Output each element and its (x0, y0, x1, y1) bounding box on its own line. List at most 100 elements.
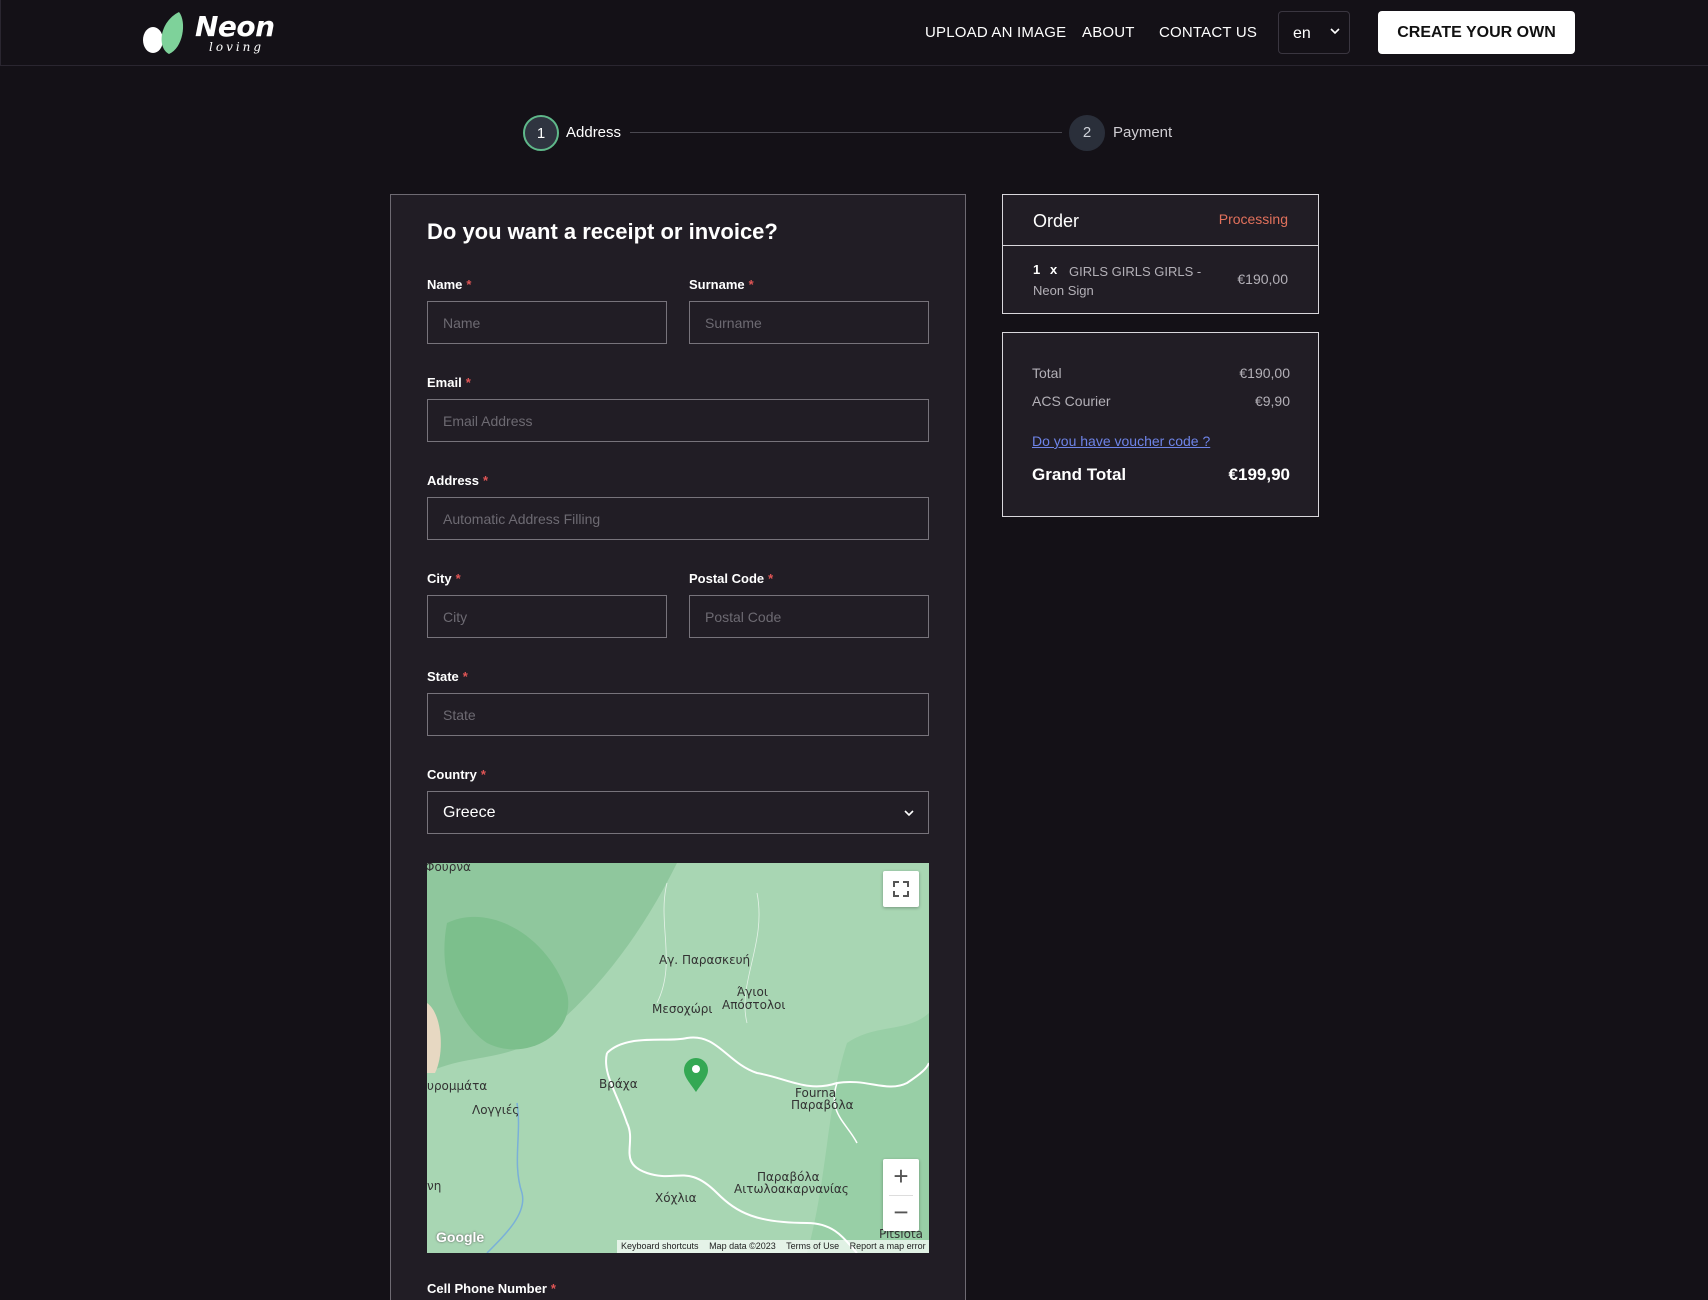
required-mark: * (466, 277, 472, 292)
order-item-price: €190,00 (1237, 271, 1288, 287)
map-place-label: νη (427, 1179, 442, 1193)
brand-name: Neon (195, 10, 275, 43)
map-place-label: Φουρνά (427, 863, 471, 874)
grand-total-row: Grand Total €199,90 (1032, 465, 1290, 485)
create-your-own-button[interactable]: CREATE YOUR OWN (1378, 11, 1575, 54)
required-mark: * (550, 1281, 556, 1296)
total-row: Total €190,00 (1032, 365, 1290, 381)
postal-code-label-text: Postal Code (689, 571, 765, 586)
order-header: Order Processing (1003, 195, 1318, 246)
billing-form-card: Do you want a receipt or invoice? Name * … (390, 194, 966, 1300)
nav-contact-us[interactable]: CONTACT US (1159, 24, 1257, 41)
chevron-down-icon (1330, 28, 1340, 35)
address-map[interactable]: Φουρνά Αγ. Παρασκευή Άγιοι Απόστολοι Μεσ… (427, 863, 929, 1253)
voucher-code-link[interactable]: Do you have voucher code ? (1032, 433, 1210, 449)
language-select[interactable]: en (1278, 11, 1350, 54)
email-label: Email * (427, 375, 471, 390)
order-summary-card: Order Processing GIRLS GIRLS GIRLS - Neo… (1002, 194, 1319, 314)
state-label: State * (427, 669, 468, 684)
step-2-label: Payment (1113, 124, 1173, 141)
map-place-label: Αιτωλοακαρνανίας (734, 1182, 849, 1196)
step-1-label: Address (566, 124, 622, 141)
nav-about[interactable]: ABOUT (1082, 24, 1135, 41)
city-input[interactable] (427, 595, 667, 638)
brand-logo[interactable]: Neon loving (139, 6, 279, 58)
surname-label: Surname * (689, 277, 754, 292)
map-footer: Keyboard shortcuts Map data ©2023 Terms … (617, 1240, 929, 1253)
form-title: Do you want a receipt or invoice? (427, 219, 778, 244)
keyboard-shortcuts-link[interactable]: Keyboard shortcuts (621, 1241, 699, 1251)
order-item-qty: 1 (1033, 262, 1041, 277)
map-place-label: Βράχα (599, 1077, 638, 1091)
address-input[interactable] (427, 497, 929, 540)
total-value: €190,00 (1239, 365, 1290, 381)
required-mark: * (768, 571, 774, 586)
step-1-indicator: 1 (523, 115, 559, 151)
language-value: en (1293, 25, 1311, 42)
phone-label-text: Cell Phone Number (427, 1281, 547, 1296)
map-place-label: Παραβόλα (791, 1098, 854, 1112)
city-label-text: City (427, 571, 452, 586)
shipping-row: ACS Courier €9,90 (1032, 393, 1290, 409)
country-label: Country * (427, 767, 486, 782)
required-mark: * (480, 767, 486, 782)
total-label: Total (1032, 365, 1062, 381)
order-title: Order (1033, 211, 1080, 231)
city-label: City * (427, 571, 461, 586)
map-fullscreen-button[interactable] (883, 871, 919, 907)
name-input[interactable] (427, 301, 667, 344)
required-mark: * (748, 277, 754, 292)
state-label-text: State (427, 669, 459, 684)
map-zoom-in-button[interactable]: + (883, 1159, 919, 1195)
terms-of-use-link[interactable]: Terms of Use (786, 1241, 839, 1251)
required-mark: * (462, 669, 468, 684)
address-label-text: Address (427, 473, 480, 488)
order-item-multiplier: x (1050, 262, 1058, 277)
email-input[interactable] (427, 399, 929, 442)
state-input[interactable] (427, 693, 929, 736)
google-logo[interactable]: Google (436, 1229, 484, 1245)
shipping-value: €9,90 (1254, 393, 1290, 409)
map-place-label: Άγιοι (737, 985, 768, 999)
required-mark: * (465, 375, 471, 390)
fullscreen-icon (893, 881, 909, 897)
step-2-indicator: 2 (1069, 115, 1105, 151)
map-place-label: Χόχλια (655, 1191, 697, 1205)
postal-code-input[interactable] (689, 595, 929, 638)
postal-code-label: Postal Code * (689, 571, 773, 586)
report-map-error-link[interactable]: Report a map error (850, 1241, 926, 1251)
map-zoom-controls: + − (883, 1159, 919, 1231)
chevron-down-icon (904, 810, 914, 817)
map-place-label: Μεσοχώρι (652, 1002, 713, 1016)
brand-subtitle: loving (209, 40, 265, 54)
required-mark: * (483, 473, 489, 488)
address-label: Address * (427, 473, 488, 488)
map-place-label: Απόστολοι (722, 998, 786, 1012)
surname-label-text: Surname (689, 277, 745, 292)
map-zoom-out-button[interactable]: − (883, 1195, 919, 1231)
order-item-name: GIRLS GIRLS GIRLS - Neon Sign (1033, 264, 1202, 298)
stepper-connector (630, 132, 1062, 133)
name-label-text: Name (427, 277, 463, 292)
country-value: Greece (443, 804, 496, 821)
surname-input[interactable] (689, 301, 929, 344)
email-label-text: Email (427, 375, 462, 390)
map-marker-icon[interactable] (682, 1057, 710, 1093)
map-data-text: Map data ©2023 (709, 1241, 776, 1251)
top-navbar: Neon loving UPLOAD AN IMAGE ABOUT CONTAC… (0, 0, 1708, 66)
order-status-badge: Processing (1218, 211, 1288, 227)
map-place-label: Λογγιές (472, 1103, 520, 1117)
leaf-icon (143, 12, 184, 54)
totals-card: Total €190,00 ACS Courier €9,90 Do you h… (1002, 332, 1319, 517)
required-mark: * (455, 571, 461, 586)
country-label-text: Country (427, 767, 477, 782)
shipping-label: ACS Courier (1032, 393, 1111, 409)
grand-total-label: Grand Total (1032, 465, 1127, 484)
country-select[interactable]: Greece (427, 791, 929, 834)
map-place-label: Αγ. Παρασκευή (659, 953, 751, 967)
phone-label: Cell Phone Number * (427, 1281, 556, 1296)
grand-total-value: €199,90 (1228, 465, 1290, 484)
name-label: Name * (427, 277, 471, 292)
nav-upload-image[interactable]: UPLOAD AN IMAGE (925, 24, 1066, 41)
map-place-label: υρομμάτα (427, 1079, 488, 1093)
